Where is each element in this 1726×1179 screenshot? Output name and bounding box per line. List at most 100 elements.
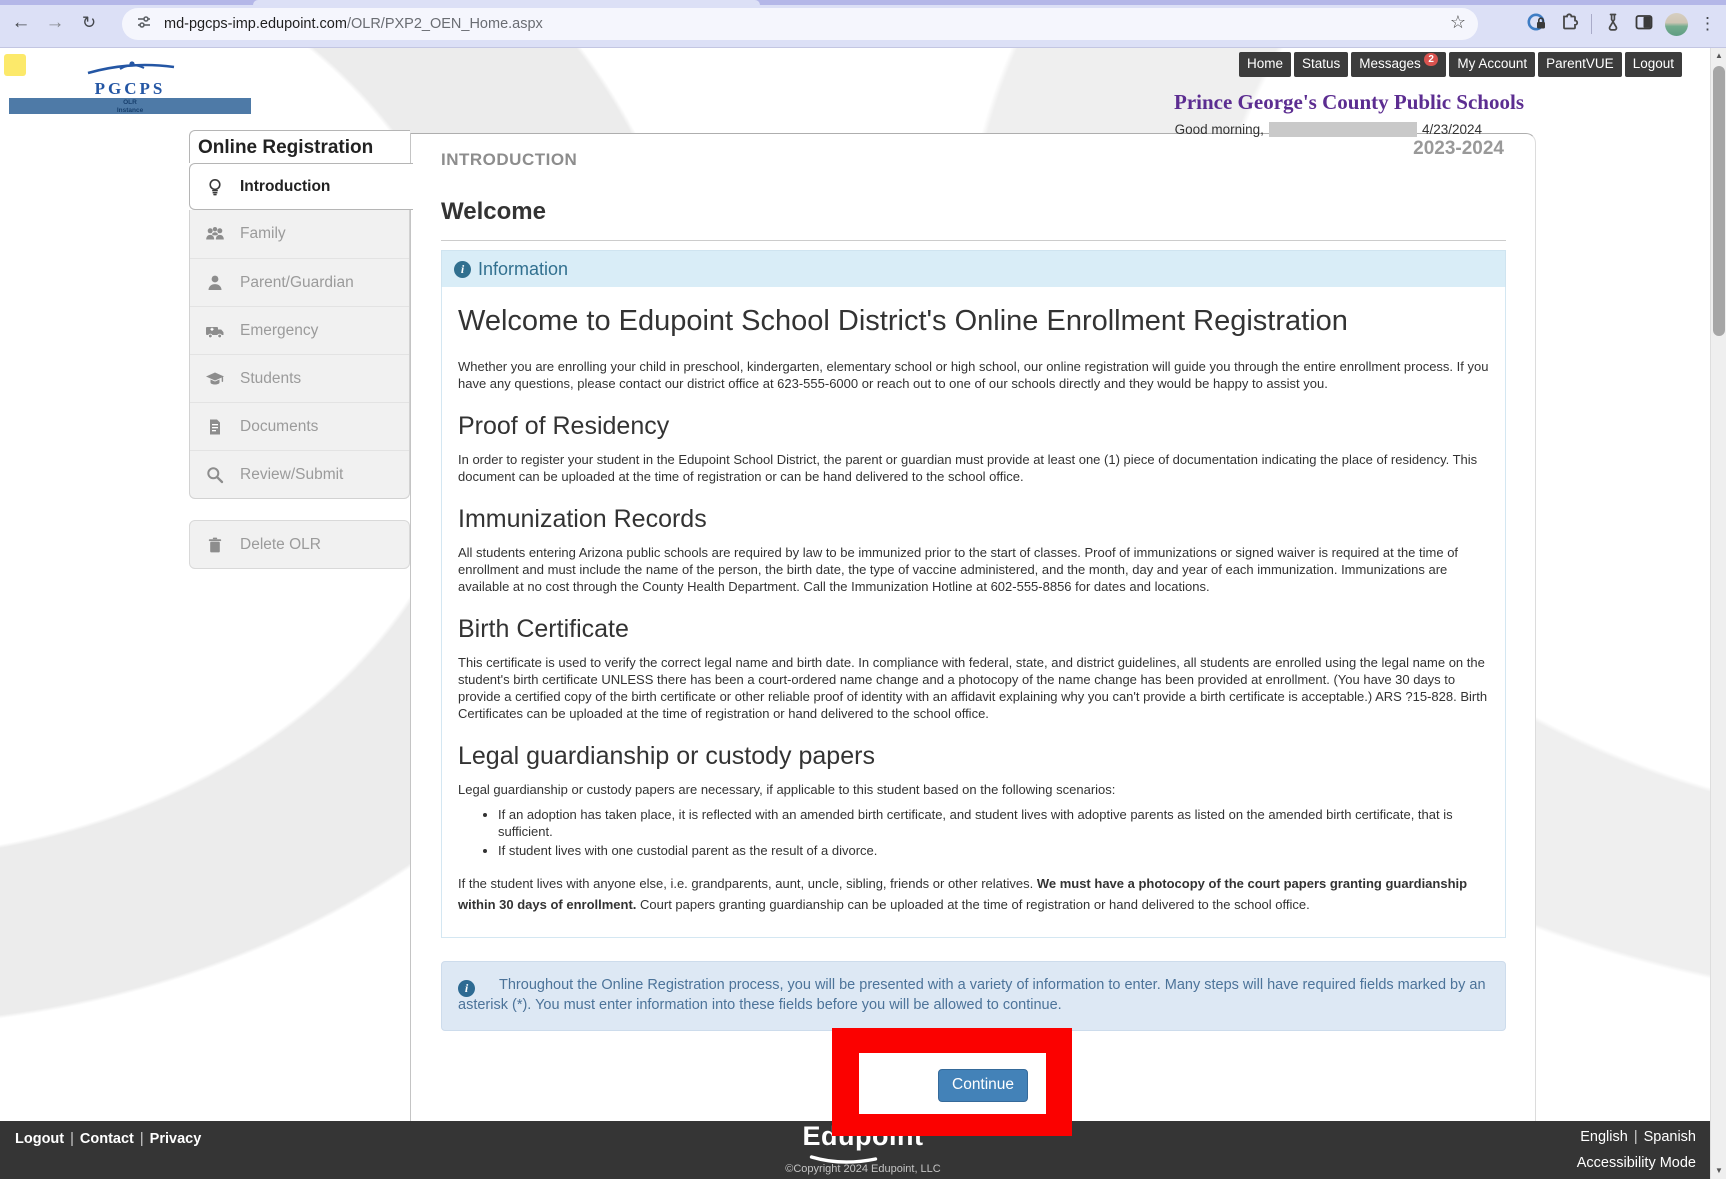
browser-profile-avatar[interactable] bbox=[1665, 13, 1688, 36]
accessibility-mode-link[interactable]: Accessibility Mode bbox=[1577, 1155, 1696, 1171]
sidebar-item-family[interactable]: Family bbox=[190, 210, 409, 258]
toolbar-divider bbox=[1591, 14, 1592, 34]
footer-links: Logout|Contact|Privacy bbox=[15, 1131, 201, 1147]
guardianship-bullets: If an adoption has taken place, it is re… bbox=[458, 806, 1489, 859]
district-title: Prince George's County Public Schools bbox=[1174, 90, 1524, 115]
trash-icon bbox=[205, 535, 225, 555]
pgcps-logo-swoosh bbox=[70, 60, 190, 76]
sidebar-item-label: Emergency bbox=[240, 322, 318, 340]
redacted-user-name bbox=[1269, 122, 1417, 137]
footer-logout-link[interactable]: Logout bbox=[15, 1131, 64, 1147]
info-icon: i bbox=[454, 261, 471, 278]
sidebar-item-label: Students bbox=[240, 370, 301, 388]
bookmark-star-icon[interactable]: ☆ bbox=[1450, 12, 1466, 33]
messages-count-badge: 2 bbox=[1424, 53, 1439, 66]
magnifier-icon bbox=[205, 465, 225, 485]
nav-my-account-button[interactable]: My Account bbox=[1449, 52, 1535, 77]
nav-parentvue-button[interactable]: ParentVUE bbox=[1538, 52, 1622, 77]
sidebar-item-parent-guardian[interactable]: Parent/Guardian bbox=[190, 258, 409, 306]
password-manager-icon[interactable] bbox=[1526, 11, 1548, 38]
greeting-row: Good morning, 4/23/2024 bbox=[1175, 122, 1482, 137]
sidebar-item-delete-olr[interactable]: Delete OLR bbox=[189, 520, 410, 569]
forward-icon[interactable]: → bbox=[42, 11, 68, 35]
sidebar-menu: Family Parent/Guardian Emergency Student… bbox=[189, 210, 410, 499]
welcome-heading: Welcome to Edupoint School District's On… bbox=[458, 305, 1489, 338]
page-title: Welcome bbox=[441, 198, 1506, 241]
scroll-up-icon[interactable]: ▲ bbox=[1711, 48, 1726, 64]
sidebar-item-label: Family bbox=[240, 225, 286, 243]
sidebar-item-review-submit[interactable]: Review/Submit bbox=[190, 450, 409, 498]
footer-separator: | bbox=[64, 1131, 80, 1147]
sidebar-item-label: Introduction bbox=[240, 178, 330, 196]
sidebar-item-documents[interactable]: Documents bbox=[190, 402, 409, 450]
document-icon bbox=[205, 417, 225, 437]
continue-button[interactable]: Continue bbox=[938, 1069, 1028, 1102]
notice-text: Throughout the Online Registration proce… bbox=[458, 977, 1486, 1013]
person-icon bbox=[205, 273, 225, 293]
current-date: 4/23/2024 bbox=[1422, 122, 1482, 137]
sidebar-item-label: Delete OLR bbox=[240, 536, 321, 554]
labs-flask-icon[interactable] bbox=[1603, 12, 1623, 37]
registration-notice: iThroughout the Online Registration proc… bbox=[441, 961, 1506, 1031]
section-label: INTRODUCTION bbox=[441, 150, 577, 170]
sidebar-item-introduction[interactable]: Introduction bbox=[189, 163, 413, 210]
section-heading-residency: Proof of Residency bbox=[458, 412, 1489, 441]
section-body-residency: In order to register your student in the… bbox=[458, 451, 1489, 485]
family-icon bbox=[205, 224, 225, 244]
guardianship-intro: Legal guardianship or custody papers are… bbox=[458, 781, 1489, 798]
pgcps-logo: PGCPS OLR Instance bbox=[9, 60, 251, 114]
language-separator: | bbox=[1628, 1129, 1644, 1145]
scroll-down-icon[interactable]: ▼ bbox=[1711, 1163, 1726, 1179]
language-english-link[interactable]: English bbox=[1580, 1129, 1628, 1145]
sidebar-item-students[interactable]: Students bbox=[190, 354, 409, 402]
greeting-text: Good morning, bbox=[1175, 122, 1264, 137]
information-panel-body: Welcome to Edupoint School District's On… bbox=[441, 287, 1506, 938]
olr-banner-line2: Instance bbox=[9, 107, 251, 115]
sidebar-title: Online Registration bbox=[189, 130, 410, 163]
nav-messages-button[interactable]: Messages2 bbox=[1351, 52, 1446, 77]
nav-logout-button[interactable]: Logout bbox=[1625, 52, 1682, 77]
sidebar-item-emergency[interactable]: Emergency bbox=[190, 306, 409, 354]
footer-privacy-link[interactable]: Privacy bbox=[150, 1131, 202, 1147]
extensions-puzzle-icon[interactable] bbox=[1559, 11, 1580, 37]
ambulance-icon bbox=[205, 321, 225, 341]
browser-tab[interactable] bbox=[253, 0, 760, 5]
scrollbar-thumb[interactable] bbox=[1713, 66, 1725, 336]
guardianship-bullet: If an adoption has taken place, it is re… bbox=[498, 806, 1489, 840]
section-body-immunization: All students entering Arizona public sch… bbox=[458, 544, 1489, 595]
nav-home-button[interactable]: Home bbox=[1239, 52, 1291, 77]
lightbulb-icon bbox=[205, 177, 225, 197]
olr-instance-banner: OLR Instance bbox=[9, 98, 251, 114]
guardianship-closing: If the student lives with anyone else, i… bbox=[458, 873, 1489, 915]
graduation-cap-icon bbox=[205, 369, 225, 389]
section-heading-guardianship: Legal guardianship or custody papers bbox=[458, 742, 1489, 771]
copyright-text: ©Copyright 2024 Edupoint, LLC bbox=[785, 1163, 940, 1175]
nav-status-button[interactable]: Status bbox=[1294, 52, 1348, 77]
closing-suffix: Court papers granting guardianship can b… bbox=[636, 897, 1309, 912]
information-panel-header: i Information bbox=[441, 250, 1506, 287]
url-text: md-pgcps-imp.edupoint.com/OLR/PXP2_OEN_H… bbox=[164, 16, 543, 32]
site-settings-icon[interactable] bbox=[136, 14, 152, 35]
language-spanish-link[interactable]: Spanish bbox=[1644, 1129, 1696, 1145]
section-heading-immunization: Immunization Records bbox=[458, 505, 1489, 534]
intro-paragraph: Whether you are enrolling your child in … bbox=[458, 358, 1489, 392]
side-panel-icon[interactable] bbox=[1634, 12, 1654, 37]
top-navigation: Home Status Messages2 My Account ParentV… bbox=[1239, 52, 1682, 77]
info-icon: i bbox=[458, 980, 475, 997]
section-body-birth-certificate: This certificate is used to verify the c… bbox=[458, 654, 1489, 722]
sidebar-item-label: Documents bbox=[240, 418, 318, 436]
language-links: English|Spanish bbox=[1580, 1129, 1696, 1145]
page-scrollbar[interactable]: ▲ ▼ bbox=[1710, 48, 1726, 1179]
closing-prefix: If the student lives with anyone else, i… bbox=[458, 876, 1037, 891]
sidebar-item-label: Parent/Guardian bbox=[240, 274, 354, 292]
section-heading-birth-certificate: Birth Certificate bbox=[458, 615, 1489, 644]
page-body: PGCPS OLR Instance Home Status Messages2… bbox=[0, 48, 1726, 1179]
browser-toolbar: ← → ↻ md-pgcps-imp.edupoint.com/OLR/PXP2… bbox=[0, 0, 1726, 48]
footer-contact-link[interactable]: Contact bbox=[80, 1131, 134, 1147]
address-bar[interactable]: md-pgcps-imp.edupoint.com/OLR/PXP2_OEN_H… bbox=[122, 8, 1478, 40]
reload-icon[interactable]: ↻ bbox=[76, 11, 102, 35]
browser-menu-icon[interactable]: ⋮ bbox=[1699, 14, 1716, 34]
information-panel: i Information Welcome to Edupoint School… bbox=[441, 250, 1506, 938]
back-icon[interactable]: ← bbox=[8, 11, 34, 35]
information-panel-title: Information bbox=[478, 259, 568, 280]
